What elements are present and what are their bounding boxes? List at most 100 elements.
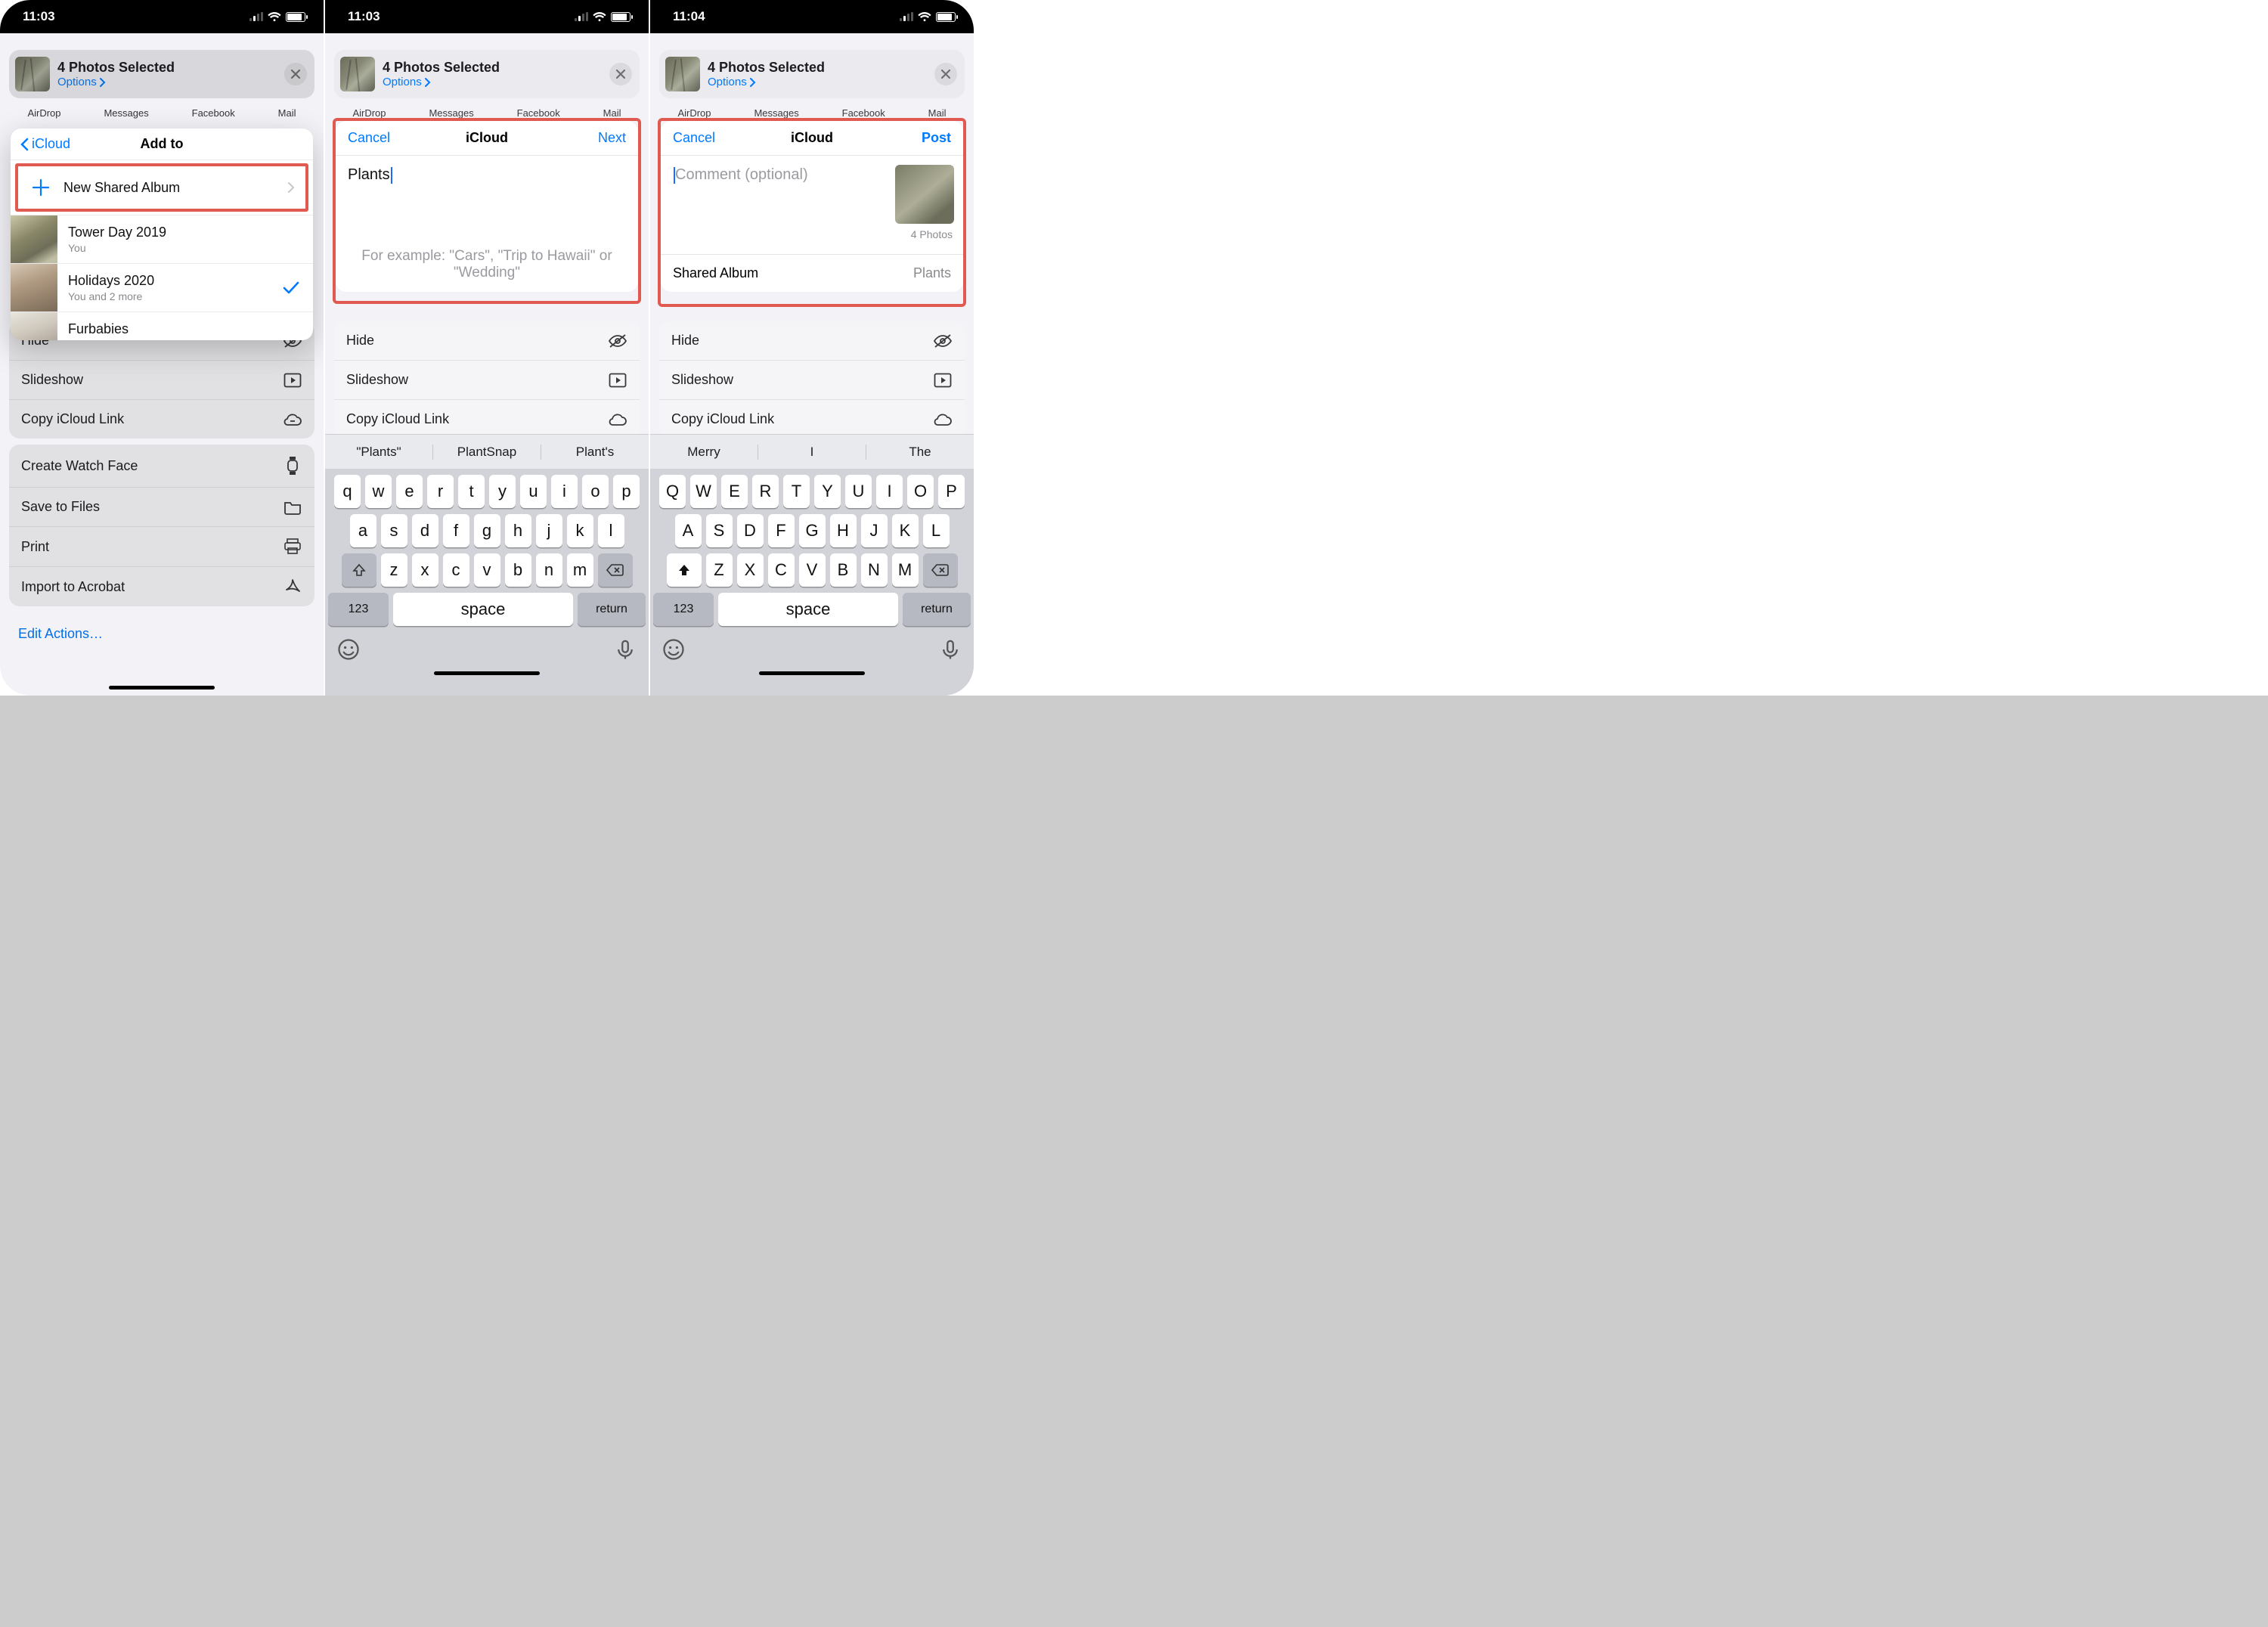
- key-k[interactable]: k: [567, 514, 593, 547]
- action-print[interactable]: Print: [9, 526, 314, 566]
- key-d[interactable]: d: [412, 514, 438, 547]
- key-w[interactable]: w: [365, 475, 392, 508]
- key-m[interactable]: m: [567, 553, 593, 587]
- edit-actions-link[interactable]: Edit Actions…: [0, 612, 324, 655]
- app-messages[interactable]: Messages: [429, 107, 473, 119]
- keyboard[interactable]: "Plants"PlantSnapPlant's qwertyuiop asdf…: [325, 434, 649, 696]
- shift-key[interactable]: [667, 553, 702, 587]
- cancel-button[interactable]: Cancel: [348, 130, 390, 146]
- key-t[interactable]: t: [458, 475, 485, 508]
- keyboard-row-2[interactable]: asdfghjkl: [325, 508, 649, 547]
- key-a[interactable]: a: [350, 514, 376, 547]
- key-h[interactable]: H: [830, 514, 857, 547]
- action-copy-icloud-link[interactable]: Copy iCloud Link: [334, 399, 640, 439]
- new-shared-album-row[interactable]: New Shared Album: [18, 166, 305, 209]
- keyboard-row-2[interactable]: ASDFGHJKL: [650, 508, 974, 547]
- app-facebook[interactable]: Facebook: [842, 107, 885, 119]
- space-key[interactable]: space: [393, 593, 573, 626]
- action-slideshow[interactable]: Slideshow: [659, 360, 965, 399]
- key-z[interactable]: z: [381, 553, 407, 587]
- key-v[interactable]: V: [799, 553, 826, 587]
- emoji-key-icon[interactable]: [337, 638, 360, 661]
- key-x[interactable]: X: [737, 553, 764, 587]
- key-w[interactable]: W: [690, 475, 717, 508]
- key-f[interactable]: F: [768, 514, 795, 547]
- app-airdrop[interactable]: AirDrop: [352, 107, 386, 119]
- key-u[interactable]: u: [520, 475, 547, 508]
- key-a[interactable]: A: [675, 514, 702, 547]
- keyboard-row-1[interactable]: QWERTYUIOP: [650, 469, 974, 508]
- key-o[interactable]: o: [582, 475, 609, 508]
- key-j[interactable]: J: [861, 514, 888, 547]
- share-options-link[interactable]: Options: [708, 76, 825, 88]
- key-p[interactable]: P: [938, 475, 965, 508]
- dictation-key-icon[interactable]: [614, 638, 637, 661]
- key-b[interactable]: b: [505, 553, 531, 587]
- action-slideshow[interactable]: Slideshow: [9, 360, 314, 399]
- numbers-key[interactable]: 123: [653, 593, 714, 626]
- share-options-link[interactable]: Options: [57, 76, 175, 88]
- action-save-to-files[interactable]: Save to Files: [9, 487, 314, 526]
- close-share-button[interactable]: [934, 63, 957, 85]
- key-s[interactable]: S: [706, 514, 733, 547]
- key-v[interactable]: v: [474, 553, 500, 587]
- app-mail[interactable]: Mail: [928, 107, 947, 119]
- key-r[interactable]: r: [427, 475, 454, 508]
- key-p[interactable]: p: [613, 475, 640, 508]
- album-name-input[interactable]: Plants: [348, 166, 626, 184]
- back-to-icloud-button[interactable]: iCloud: [20, 136, 70, 152]
- key-k[interactable]: K: [892, 514, 919, 547]
- action-import-acrobat[interactable]: Import to Acrobat: [9, 566, 314, 606]
- key-u[interactable]: U: [845, 475, 872, 508]
- close-share-button[interactable]: [284, 63, 307, 85]
- key-y[interactable]: Y: [814, 475, 841, 508]
- key-e[interactable]: e: [396, 475, 423, 508]
- action-hide[interactable]: Hide: [659, 321, 965, 360]
- backspace-key[interactable]: [598, 553, 633, 587]
- key-i[interactable]: i: [551, 475, 578, 508]
- app-messages[interactable]: Messages: [104, 107, 148, 119]
- keyboard-suggestions[interactable]: "Plants"PlantSnapPlant's: [325, 434, 649, 469]
- action-copy-icloud-link[interactable]: Copy iCloud Link: [9, 399, 314, 439]
- keyboard-row-3[interactable]: ZXCVBNM: [650, 547, 974, 587]
- key-q[interactable]: Q: [659, 475, 686, 508]
- app-mail[interactable]: Mail: [603, 107, 621, 119]
- album-row-2[interactable]: Furbabies: [11, 311, 313, 340]
- album-row-0[interactable]: Tower Day 2019 You: [11, 215, 313, 263]
- key-n[interactable]: n: [536, 553, 562, 587]
- keyboard[interactable]: MerryIThe QWERTYUIOP ASDFGHJKL ZXCVBNM 1…: [650, 434, 974, 696]
- return-key[interactable]: return: [903, 593, 971, 626]
- app-mail[interactable]: Mail: [278, 107, 296, 119]
- keyboard-suggestions[interactable]: MerryIThe: [650, 434, 974, 469]
- key-o[interactable]: O: [907, 475, 934, 508]
- key-f[interactable]: f: [443, 514, 469, 547]
- key-z[interactable]: Z: [706, 553, 733, 587]
- app-facebook[interactable]: Facebook: [517, 107, 560, 119]
- backspace-key[interactable]: [923, 553, 958, 587]
- space-key[interactable]: space: [718, 593, 898, 626]
- app-messages[interactable]: Messages: [754, 107, 798, 119]
- cancel-button[interactable]: Cancel: [673, 130, 715, 146]
- key-x[interactable]: x: [412, 553, 438, 587]
- post-button[interactable]: Post: [922, 130, 951, 146]
- close-share-button[interactable]: [609, 63, 632, 85]
- key-g[interactable]: G: [799, 514, 826, 547]
- keyboard-row-3[interactable]: zxcvbnm: [325, 547, 649, 587]
- key-i[interactable]: I: [876, 475, 903, 508]
- key-r[interactable]: R: [752, 475, 779, 508]
- key-c[interactable]: c: [443, 553, 469, 587]
- key-l[interactable]: L: [923, 514, 950, 547]
- action-hide[interactable]: Hide: [334, 321, 640, 360]
- key-y[interactable]: y: [489, 475, 516, 508]
- dictation-key-icon[interactable]: [939, 638, 962, 661]
- share-options-link[interactable]: Options: [383, 76, 500, 88]
- key-n[interactable]: N: [861, 553, 888, 587]
- key-e[interactable]: E: [721, 475, 748, 508]
- app-facebook[interactable]: Facebook: [192, 107, 235, 119]
- home-indicator[interactable]: [759, 671, 865, 675]
- album-row-1[interactable]: Holidays 2020 You and 2 more: [11, 263, 313, 311]
- shared-album-picker-row[interactable]: Shared Album Plants: [661, 254, 963, 292]
- return-key[interactable]: return: [578, 593, 646, 626]
- keyboard-row-1[interactable]: qwertyuiop: [325, 469, 649, 508]
- key-d[interactable]: D: [737, 514, 764, 547]
